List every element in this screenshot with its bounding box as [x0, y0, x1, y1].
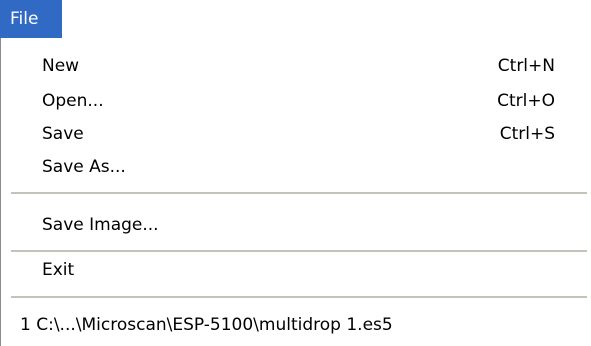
menu-item-label: Save [42, 124, 84, 144]
recent-file-label: 1 C:\...\Microscan\ESP-5100\multidrop 1.… [20, 315, 393, 335]
menu-item-save-image[interactable]: Save Image... [1, 211, 591, 240]
menu-item-shortcut: Ctrl+N [497, 56, 555, 76]
menu-item-label: Exit [42, 260, 75, 280]
file-menu-dropdown: New Ctrl+N Open... Ctrl+O Save Ctrl+S Sa… [0, 38, 591, 346]
menu-separator [11, 296, 587, 298]
menu-item-new[interactable]: New Ctrl+N [1, 52, 591, 81]
menu-item-save-as[interactable]: Save As... [1, 153, 591, 182]
menu-item-shortcut: Ctrl+O [497, 91, 555, 111]
menu-bar: File [0, 0, 591, 38]
menu-item-save[interactable]: Save Ctrl+S [1, 120, 591, 149]
menu-item-shortcut: Ctrl+S [499, 124, 555, 144]
menu-item-label: Save Image... [42, 215, 159, 235]
file-menu-title[interactable]: File [0, 0, 62, 38]
menu-separator [11, 192, 587, 194]
recent-file-item[interactable]: 1 C:\...\Microscan\ESP-5100\multidrop 1.… [1, 311, 591, 340]
menu-item-label: Open... [42, 91, 104, 111]
menu-item-exit[interactable]: Exit [1, 256, 591, 285]
menu-item-open[interactable]: Open... Ctrl+O [1, 87, 591, 116]
menu-item-label: New [42, 56, 80, 76]
menu-item-label: Save As... [42, 157, 126, 177]
menu-separator [11, 250, 587, 252]
